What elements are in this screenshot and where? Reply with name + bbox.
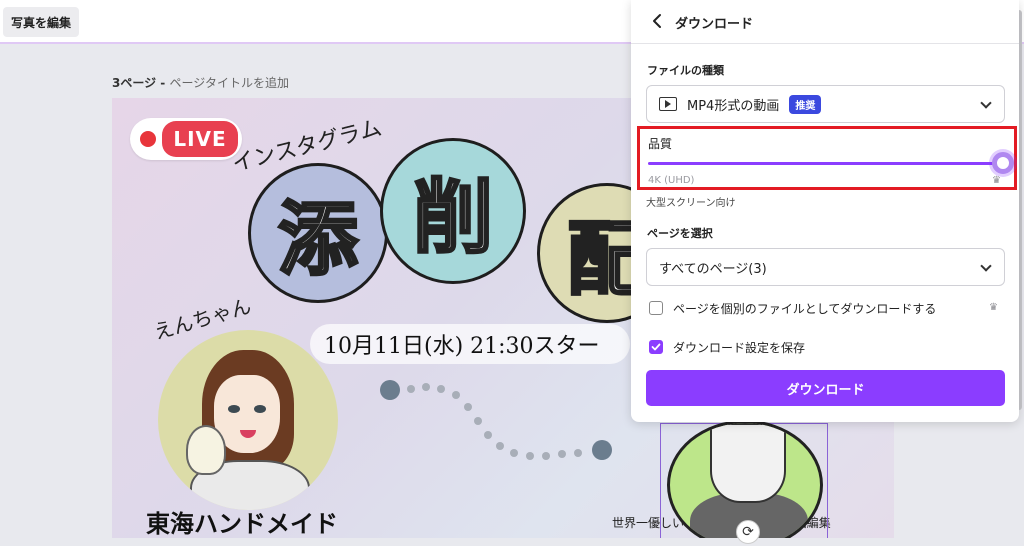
timeline-dot xyxy=(407,385,415,393)
avatar-illustration-left xyxy=(158,330,338,510)
timeline-dot xyxy=(422,383,430,391)
quality-description: 大型スクリーン向け xyxy=(646,198,736,209)
download-panel: ダウンロード ファイルの種類 MP4形式の動画 推奨 品質 4K (UHD) ♛… xyxy=(631,0,1019,422)
timeline-dot xyxy=(558,450,566,458)
chevron-down-icon xyxy=(980,97,992,109)
timeline-dot xyxy=(464,403,472,411)
head-shape xyxy=(710,423,786,503)
date-banner: 10月11日(水) 21:30スター xyxy=(310,324,630,364)
quality-highlight-box: 品質 4K (UHD) ♛ xyxy=(637,126,1017,190)
file-type-label: ファイルの種類 xyxy=(647,64,724,77)
page-select-value: すべてのページ(3) xyxy=(659,261,767,277)
live-dot-icon xyxy=(140,131,156,147)
panel-title: ダウンロード xyxy=(675,17,754,32)
kanji-circle-1: 添 xyxy=(248,163,388,303)
mouth xyxy=(240,430,256,438)
file-type-select[interactable]: MP4形式の動画 推奨 xyxy=(646,85,1005,123)
edit-photo-button[interactable]: 写真を編集 xyxy=(3,7,80,37)
recommended-badge: 推奨 xyxy=(789,94,822,114)
timeline-dot xyxy=(510,449,518,457)
panel-header: ダウンロード xyxy=(631,0,1019,44)
page-select[interactable]: すべてのページ(3) xyxy=(646,248,1005,286)
timeline-dot-end xyxy=(592,440,612,460)
brand-text: 東海ハンドメイド xyxy=(146,509,338,538)
rotate-handle-icon[interactable]: ⟳ xyxy=(736,520,760,544)
chevron-left-icon[interactable] xyxy=(647,11,667,31)
crown-icon: ♛ xyxy=(989,302,998,313)
timeline-dot xyxy=(542,452,550,460)
file-type-value: MP4形式の動画 xyxy=(687,98,780,114)
page-header: 3ページ - ページタイトルを追加 xyxy=(112,74,289,91)
timeline-dot xyxy=(496,442,504,450)
timeline-dot-start xyxy=(380,380,400,400)
eye-left xyxy=(228,405,240,413)
separate-files-label: ページを個別のファイルとしてダウンロードする xyxy=(673,301,937,316)
page-select-label: ページを選択 xyxy=(647,227,713,240)
timeline-dot xyxy=(484,431,492,439)
timeline-dot xyxy=(526,452,534,460)
quality-label: 品質 xyxy=(648,137,673,151)
add-page-title-link[interactable]: ページタイトルを追加 xyxy=(169,76,289,90)
video-play-icon xyxy=(659,97,677,111)
live-badge: LIVE xyxy=(162,121,238,157)
separate-files-checkbox[interactable] xyxy=(649,301,663,315)
page-number: 3ページ - xyxy=(112,76,170,90)
save-settings-label: ダウンロード設定を保存 xyxy=(673,340,806,355)
quality-slider-thumb[interactable] xyxy=(992,152,1014,174)
chevron-down-icon xyxy=(980,260,992,272)
crown-icon: ♛ xyxy=(992,175,1001,186)
timeline-dot xyxy=(574,449,582,457)
timeline-dot xyxy=(437,385,445,393)
separate-files-option[interactable]: ページを個別のファイルとしてダウンロードする xyxy=(649,298,936,318)
kanji-circle-2: 削 xyxy=(380,138,526,284)
save-settings-checkbox[interactable] xyxy=(649,340,663,354)
download-button[interactable]: ダウンロード xyxy=(646,370,1005,406)
timeline-dot xyxy=(474,417,482,425)
live-pill: LIVE xyxy=(130,118,242,160)
save-settings-option[interactable]: ダウンロード設定を保存 xyxy=(649,337,805,357)
quality-value: 4K (UHD) xyxy=(648,175,695,186)
mascot-illustration xyxy=(186,425,226,475)
timeline-dot xyxy=(452,391,460,399)
eye-right xyxy=(254,405,266,413)
quality-slider-track[interactable] xyxy=(648,162,1002,165)
